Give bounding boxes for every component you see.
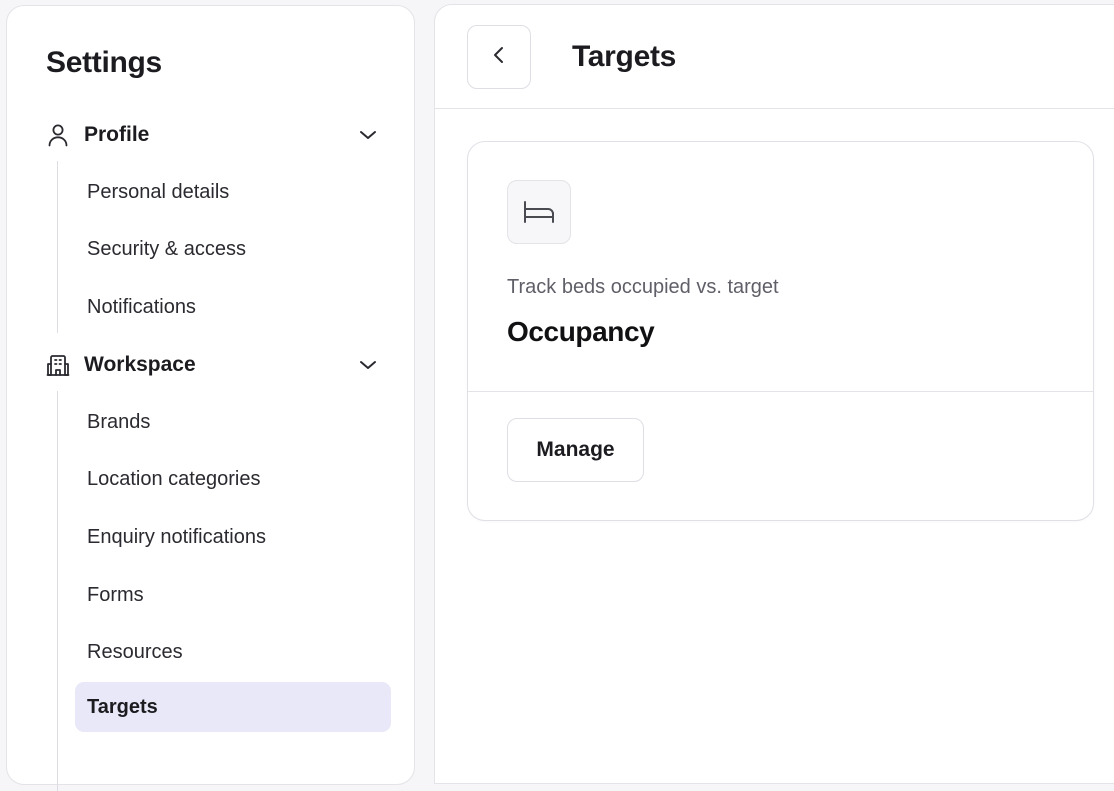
sidebar-item-brands[interactable]: Brands [75,397,391,447]
profile-group-label: Profile [84,123,150,146]
workspace-group-header[interactable]: Workspace [45,347,379,383]
building-icon [45,352,71,378]
sidebar-item-label: Security & access [87,237,246,260]
sidebar-item-label: Notifications [87,295,196,318]
sidebar-item-enquiry-notifications[interactable]: Enquiry notifications [75,512,391,562]
sidebar-item-resources[interactable]: Resources [75,627,391,677]
back-button[interactable] [467,25,531,89]
chevron-left-icon [492,45,506,70]
chevron-down-icon [357,124,379,146]
sidebar-item-forms[interactable]: Forms [75,570,391,620]
manage-button[interactable]: Manage [507,418,644,482]
card-divider [468,391,1093,392]
card-title: Occupancy [507,316,655,347]
settings-sidebar: Settings Profile Personal details Securi… [6,5,415,791]
sidebar-item-personal-details[interactable]: Personal details [75,167,391,217]
card-subtitle: Track beds occupied vs. target [507,276,779,298]
profile-group-line [57,161,58,333]
main-panel: Targets Track beds occupied vs. target O… [434,4,1114,784]
sidebar-item-label: Personal details [87,180,230,203]
sidebar-item-notifications[interactable]: Notifications [75,282,391,332]
sidebar-item-label: Brands [87,410,151,433]
user-icon [45,122,71,148]
sidebar-item-label: Forms [87,583,144,606]
sidebar-item-security-access[interactable]: Security & access [75,224,391,274]
profile-group-header[interactable]: Profile [45,117,379,153]
sidebar-item-label: Resources [87,640,183,663]
page-header: Targets [435,5,1114,109]
workspace-group-line [57,391,58,791]
chevron-down-icon [357,354,379,376]
sidebar-item-label: Location categories [87,467,261,490]
occupancy-target-card: Track beds occupied vs. target Occupancy… [467,141,1094,521]
sidebar-item-targets[interactable]: Targets [75,682,391,732]
sidebar-item-label: Targets [87,695,158,718]
page-title: Targets [572,40,677,73]
sidebar-item-label: Enquiry notifications [87,525,266,548]
bed-icon [507,180,571,244]
sidebar-item-location-categories[interactable]: Location categories [75,454,391,504]
workspace-group-label: Workspace [84,353,196,376]
sidebar-title: Settings [46,46,162,79]
